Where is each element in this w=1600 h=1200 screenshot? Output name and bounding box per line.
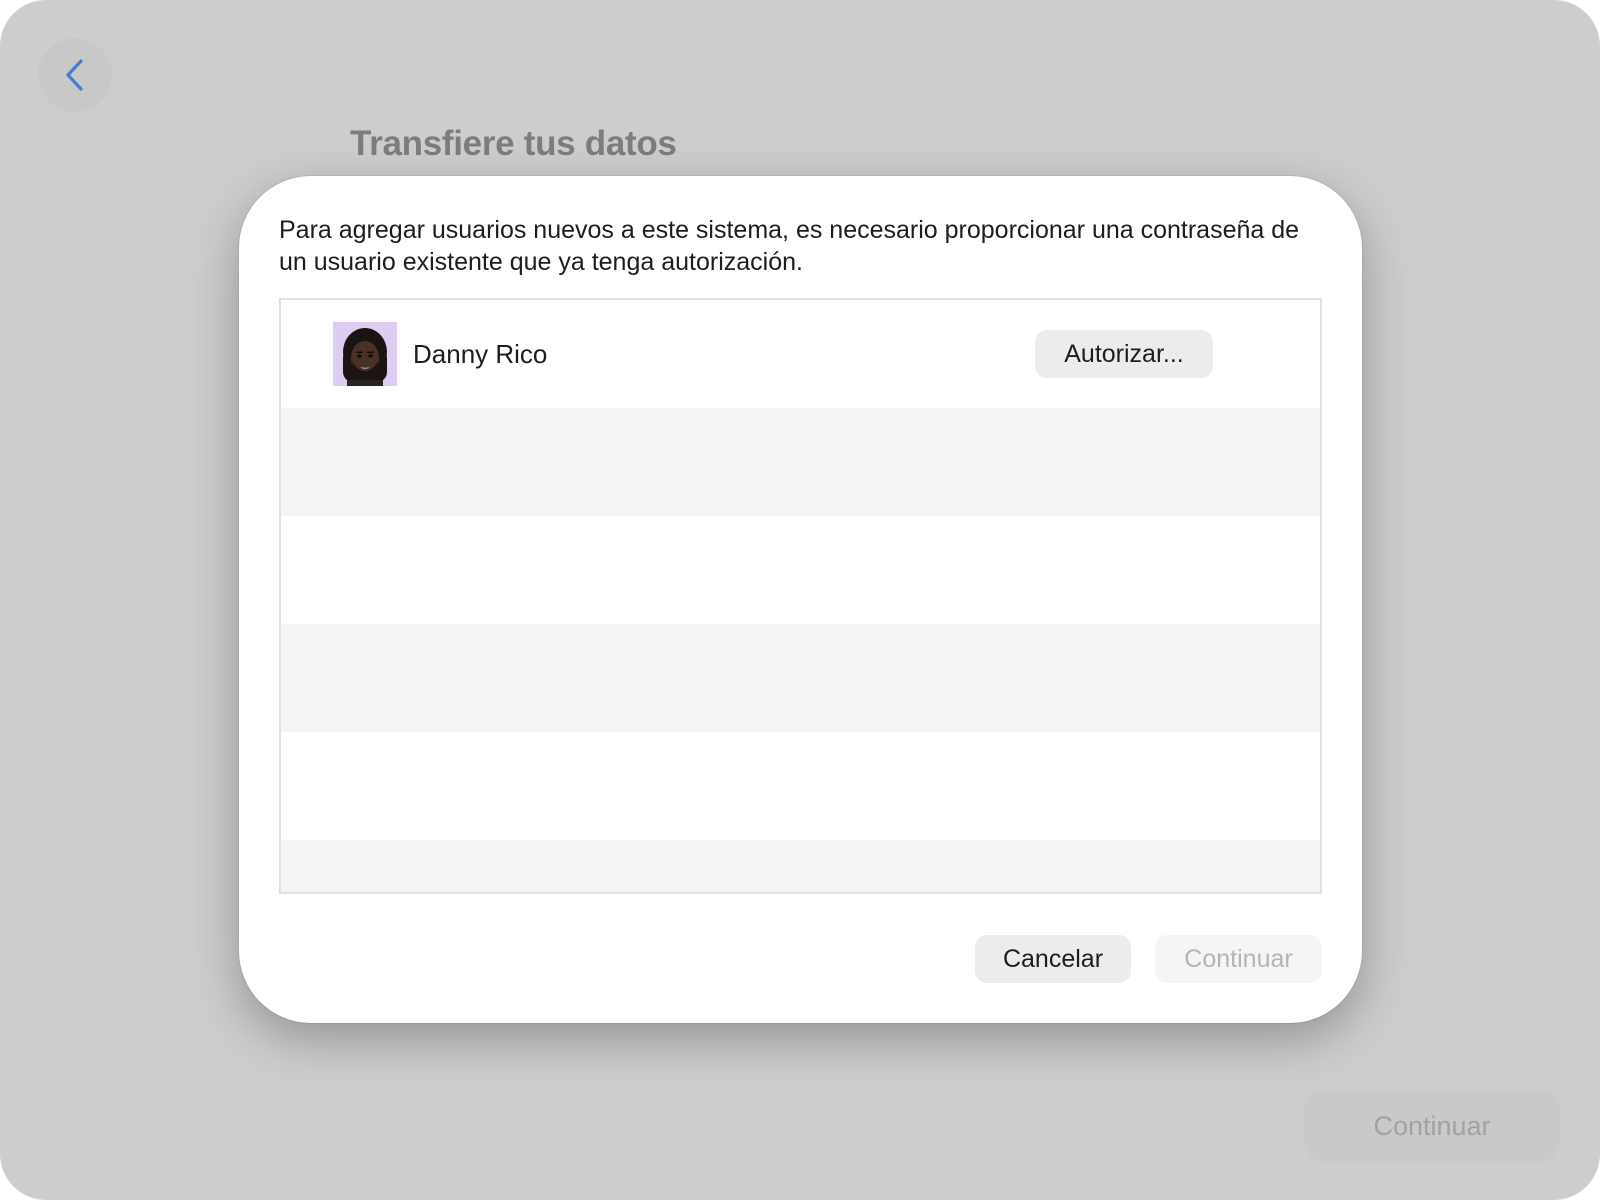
background-continue-button[interactable]: Continuar [1304, 1090, 1560, 1162]
authorize-button[interactable]: Autorizar... [1035, 330, 1213, 378]
memoji-avatar-icon [333, 322, 397, 386]
avatar [333, 322, 397, 386]
dialog-message: Para agregar usuarios nuevos a este sist… [279, 216, 1300, 276]
setup-assistant-window: Transfiere tus datos Continuar Para agre… [0, 0, 1600, 1200]
empty-list-row [281, 516, 1320, 624]
page-title: Transfiere tus datos [350, 124, 677, 163]
user-list: Danny Rico Autorizar... [279, 298, 1322, 894]
empty-list-row [281, 732, 1320, 840]
empty-list-row [281, 840, 1320, 892]
user-row: Danny Rico Autorizar... [281, 300, 1320, 408]
empty-list-row [281, 624, 1320, 732]
authorization-dialog: Para agregar usuarios nuevos a este sist… [239, 176, 1362, 1023]
back-button[interactable] [38, 38, 112, 112]
continue-button[interactable]: Continuar [1155, 935, 1322, 983]
empty-list-row [281, 408, 1320, 516]
user-name: Danny Rico [413, 339, 548, 369]
cancel-button[interactable]: Cancelar [975, 935, 1131, 983]
chevron-left-icon [66, 59, 83, 91]
